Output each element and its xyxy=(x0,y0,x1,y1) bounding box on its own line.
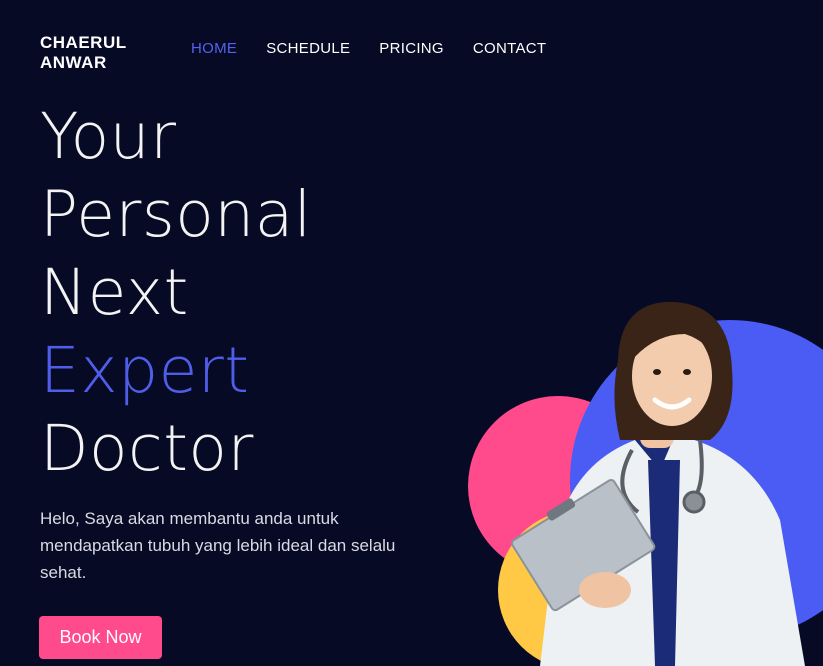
brand-logo[interactable]: CHAERUL ANWAR xyxy=(40,33,127,73)
hero-description: Helo, Saya akan membantu anda untuk mend… xyxy=(40,509,396,582)
brand-line-2: ANWAR xyxy=(40,53,107,72)
nav-schedule[interactable]: SCHEDULE xyxy=(266,40,350,57)
hero-line-1: Your xyxy=(40,100,177,173)
hero-line-5: Doctor xyxy=(40,412,254,485)
hero-line-3: Next xyxy=(40,256,189,329)
nav-contact[interactable]: CONTACT xyxy=(473,40,546,57)
nav-home[interactable]: HOME xyxy=(191,40,237,57)
doctor-illustration xyxy=(468,301,823,666)
brand-line-1: CHAERUL xyxy=(40,33,127,52)
hero-heading: Your Personal Next Expert Doctor xyxy=(40,98,312,488)
nav-pricing[interactable]: PRICING xyxy=(379,40,444,57)
hero-line-4-accent: Expert xyxy=(40,334,250,407)
book-now-button[interactable]: Book Now xyxy=(39,616,162,659)
hero-line-2: Personal xyxy=(40,178,312,251)
main-nav: HOME SCHEDULE PRICING CONTACT xyxy=(191,40,546,57)
